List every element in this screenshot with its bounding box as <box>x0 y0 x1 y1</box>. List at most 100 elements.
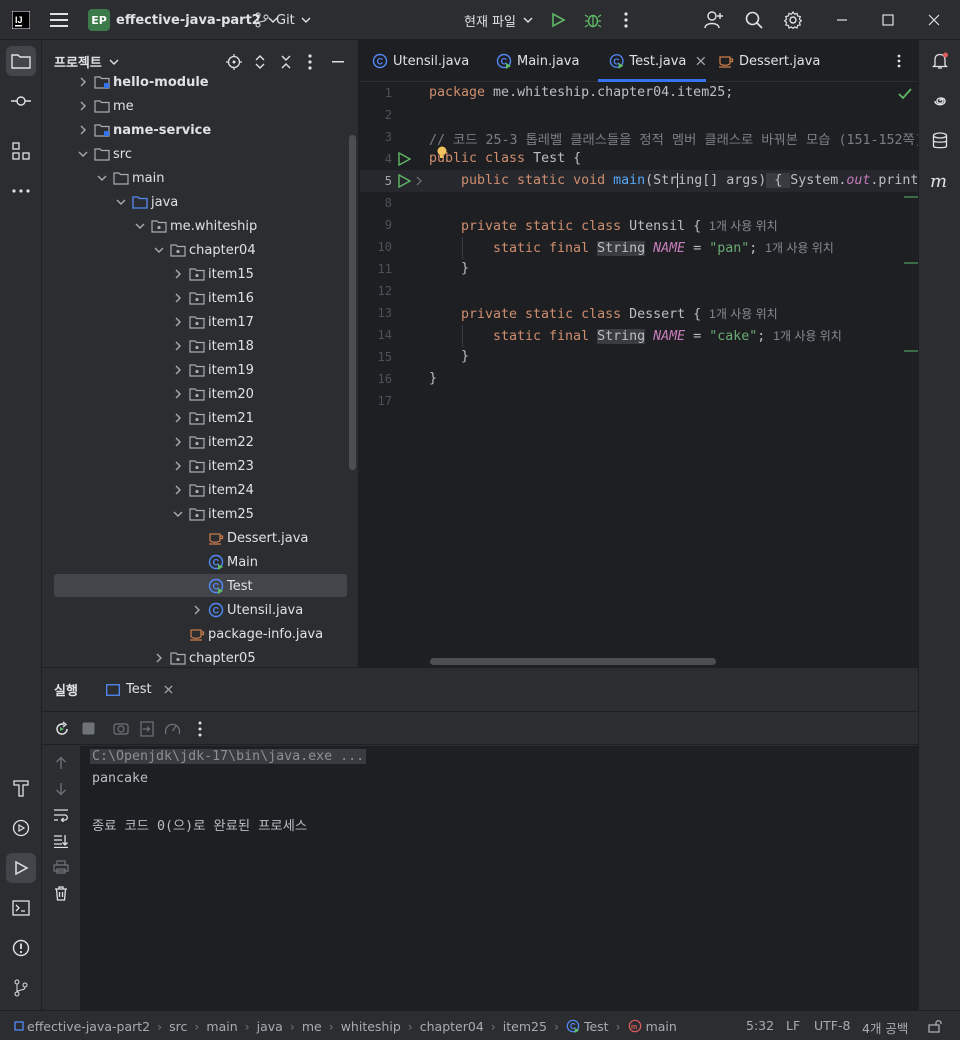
maven-button[interactable]: m <box>925 166 955 196</box>
breadcrumb-item25[interactable]: item25 <box>503 1019 547 1034</box>
breadcrumb-main-method[interactable]: m main <box>628 1019 677 1034</box>
tab-dessert-java[interactable]: Dessert.java <box>718 40 820 82</box>
breadcrumb-chapter04[interactable]: chapter04 <box>420 1019 484 1034</box>
tree-item-item24[interactable]: item24 <box>170 478 254 502</box>
chevron-down-icon[interactable] <box>113 194 129 210</box>
chevron-right-icon[interactable] <box>170 482 186 498</box>
arrow-up-icon[interactable] <box>55 756 67 770</box>
tree-item-me-whiteship[interactable]: me.whiteship <box>132 214 257 238</box>
tree-item-hello-module[interactable]: hello-module <box>75 70 209 94</box>
run-console[interactable]: C:\Openjdk\jdk-17\bin\java.exe ... panca… <box>80 746 918 1011</box>
tree-item-main[interactable]: main <box>94 166 164 190</box>
fold-chevron-icon[interactable] <box>415 176 423 186</box>
commit-tool-button[interactable] <box>6 86 36 116</box>
run-button[interactable] <box>550 0 566 40</box>
tree-item-item19[interactable]: item19 <box>170 358 254 382</box>
chevron-down-icon[interactable] <box>75 146 91 162</box>
camera-icon[interactable] <box>113 721 129 735</box>
tree-item-name-service[interactable]: name-service <box>75 118 211 142</box>
arrow-down-icon[interactable] <box>55 782 67 796</box>
more-tools-button[interactable] <box>6 176 36 206</box>
chevron-down-icon[interactable] <box>151 242 167 258</box>
more-vertical-icon[interactable] <box>198 721 202 737</box>
breadcrumb-main[interactable]: main <box>206 1019 237 1034</box>
chevron-right-icon[interactable] <box>189 602 205 618</box>
notifications-button[interactable] <box>925 46 955 76</box>
file-encoding[interactable]: UTF-8 <box>814 1018 850 1033</box>
breadcrumb-test[interactable]: C Test <box>566 1019 609 1034</box>
tree-item-chapter05[interactable]: chapter05 <box>151 646 256 667</box>
tree-item-main-class[interactable]: C Main <box>208 550 258 574</box>
tree-item-me[interactable]: me <box>75 94 134 118</box>
tree-item-item17[interactable]: item17 <box>170 310 254 334</box>
chevron-right-icon[interactable] <box>170 410 186 426</box>
project-switcher[interactable]: EP effective-java-part2 <box>88 0 279 40</box>
locate-file-icon[interactable] <box>226 54 242 70</box>
vcs-widget[interactable]: Git <box>254 0 312 40</box>
chevron-right-icon[interactable] <box>170 338 186 354</box>
stop-icon[interactable] <box>82 722 95 735</box>
no-problems-check-icon[interactable] <box>898 88 912 100</box>
minimize-button[interactable] <box>836 0 848 40</box>
breadcrumb-whiteship[interactable]: whiteship <box>341 1019 401 1034</box>
close-tab-icon[interactable] <box>696 56 706 66</box>
maximize-button[interactable] <box>882 0 894 40</box>
tree-item-package-info[interactable]: package-info.java <box>189 622 323 646</box>
chevron-right-icon[interactable] <box>75 74 91 90</box>
breadcrumb-project[interactable]: effective-java-part2 <box>14 1019 150 1034</box>
run-tool-button[interactable] <box>6 853 36 883</box>
close-tab-icon[interactable] <box>164 685 173 694</box>
settings-button[interactable] <box>784 0 802 40</box>
services-tool-button[interactable] <box>6 813 36 843</box>
tree-item-item15[interactable]: item15 <box>170 262 254 286</box>
chevron-down-icon[interactable] <box>108 56 120 68</box>
chevron-right-icon[interactable] <box>170 458 186 474</box>
tree-item-item22[interactable]: item22 <box>170 430 254 454</box>
line-separator[interactable]: LF <box>786 1018 800 1033</box>
profiler-icon[interactable] <box>164 721 181 737</box>
ai-assistant-button[interactable] <box>925 86 955 116</box>
more-actions-button[interactable] <box>624 0 628 40</box>
tab-main-java[interactable]: C Main.java <box>496 40 579 82</box>
rerun-icon[interactable] <box>54 721 70 737</box>
tree-item-item21[interactable]: item21 <box>170 406 254 430</box>
problems-tool-button[interactable] <box>6 933 36 963</box>
run-tab-test[interactable]: Test <box>106 668 173 711</box>
breadcrumb-me[interactable]: me <box>302 1019 322 1034</box>
chevron-right-icon[interactable] <box>151 650 167 666</box>
debug-button[interactable] <box>584 0 602 40</box>
import-icon[interactable] <box>140 721 154 737</box>
search-button[interactable] <box>745 0 763 40</box>
build-tool-button[interactable] <box>6 773 36 803</box>
run-class-gutter-icon[interactable] <box>397 152 411 166</box>
lock-open-icon[interactable] <box>928 1019 942 1033</box>
caret-position[interactable]: 5:32 <box>746 1018 774 1033</box>
collapse-all-icon[interactable] <box>280 54 292 70</box>
chevron-right-icon[interactable] <box>170 290 186 306</box>
structure-tool-button[interactable] <box>6 136 36 166</box>
tree-item-utensil-java[interactable]: C Utensil.java <box>189 598 303 622</box>
tree-item-item18[interactable]: item18 <box>170 334 254 358</box>
tree-item-item25[interactable]: item25 <box>170 502 254 526</box>
tree-scrollbar[interactable] <box>349 135 356 470</box>
code-editor[interactable]: 1 2 3 4 5 8 9 10 11 12 13 14 15 16 17 pa… <box>360 82 918 667</box>
more-vertical-icon[interactable] <box>308 54 312 70</box>
expand-all-icon[interactable] <box>254 54 266 70</box>
soft-wrap-icon[interactable] <box>53 808 69 822</box>
chevron-right-icon[interactable] <box>75 122 91 138</box>
print-icon[interactable] <box>53 860 69 874</box>
tab-options-button[interactable] <box>897 40 901 82</box>
chevron-down-icon[interactable] <box>94 170 110 186</box>
tree-item-src[interactable]: src <box>75 142 132 166</box>
editor-horizontal-scrollbar[interactable] <box>430 658 716 665</box>
chevron-right-icon[interactable] <box>170 314 186 330</box>
chevron-right-icon[interactable] <box>75 98 91 114</box>
indent-setting[interactable]: 4개 공백 <box>862 1018 908 1037</box>
trash-icon[interactable] <box>54 886 68 901</box>
database-button[interactable] <box>925 126 955 156</box>
breadcrumb-src[interactable]: src <box>169 1019 187 1034</box>
console-command-line[interactable]: C:\Openjdk\jdk-17\bin\java.exe ... <box>90 749 367 764</box>
close-window-button[interactable] <box>928 0 940 40</box>
tree-item-chapter04[interactable]: chapter04 <box>151 238 256 262</box>
tab-test-java[interactable]: C Test.java <box>598 40 706 82</box>
